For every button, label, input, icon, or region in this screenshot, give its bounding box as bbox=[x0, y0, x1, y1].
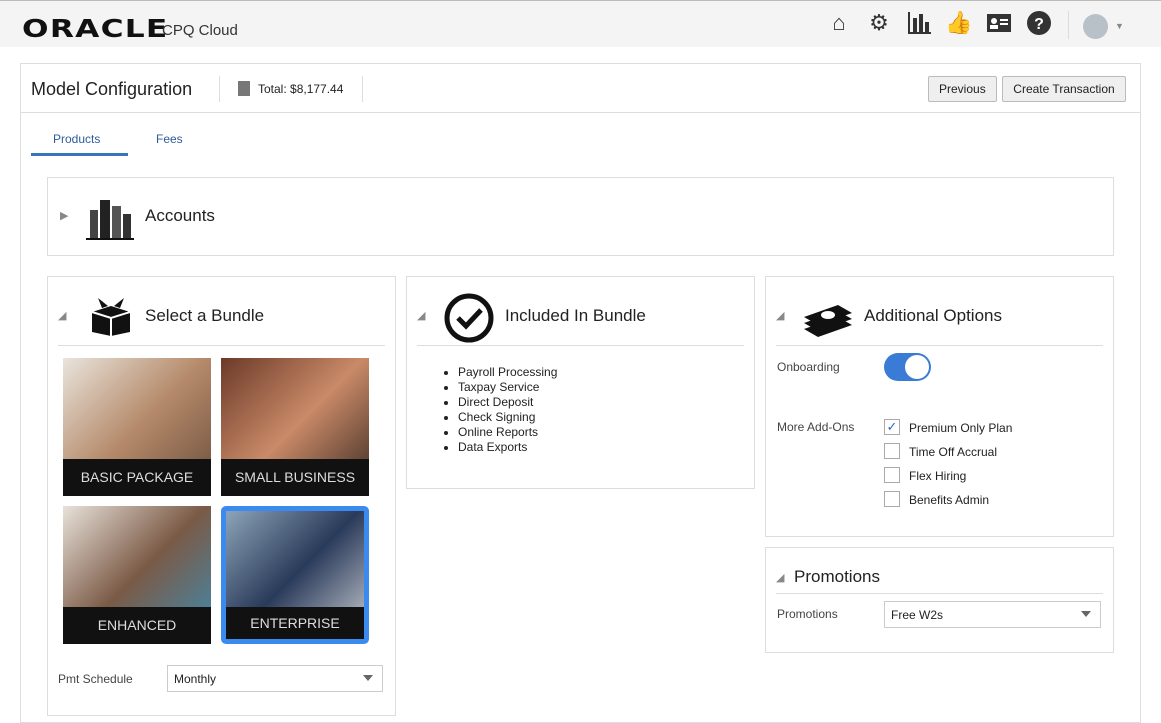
chevron-down-icon bbox=[363, 675, 373, 681]
svg-text:?: ? bbox=[1034, 16, 1044, 33]
addons-label: More Add-Ons bbox=[777, 420, 855, 434]
promotions-select[interactable]: Free W2s bbox=[884, 601, 1101, 628]
expand-icon[interactable]: ▶ bbox=[60, 209, 68, 222]
previous-button[interactable]: Previous bbox=[928, 76, 997, 102]
addon-label: Flex Hiring bbox=[909, 469, 967, 483]
included-list: Payroll Processing Taxpay Service Direct… bbox=[442, 365, 557, 455]
pmt-schedule-select[interactable]: Monthly bbox=[167, 665, 383, 692]
onboarding-toggle[interactable] bbox=[884, 353, 931, 381]
box-icon bbox=[88, 296, 134, 341]
checkbox-time-off-accrual[interactable] bbox=[884, 443, 900, 459]
user-avatar-icon[interactable] bbox=[1083, 14, 1108, 39]
top-bar: ORACLE CPQ Cloud ⌂ ⚙ 👍 ? ▼ bbox=[0, 0, 1161, 47]
list-item: Payroll Processing bbox=[458, 365, 557, 380]
page-title: Model Configuration bbox=[31, 79, 193, 99]
create-transaction-button[interactable]: Create Transaction bbox=[1002, 76, 1126, 102]
bundle-tile-enterprise[interactable]: ENTERPRISE bbox=[221, 506, 369, 644]
chevron-down-icon[interactable]: ▼ bbox=[1115, 21, 1124, 31]
accounts-title[interactable]: Accounts bbox=[145, 206, 215, 226]
promotions-section: ◢ Promotions bbox=[765, 547, 1114, 653]
oracle-logo: ORACLE bbox=[22, 14, 169, 43]
checkbox-benefits-admin[interactable] bbox=[884, 491, 900, 507]
total-amount: Total: $8,177.44 bbox=[238, 81, 343, 96]
chevron-down-icon bbox=[1081, 611, 1091, 617]
list-item: Check Signing bbox=[458, 410, 557, 425]
checkmark-circle-icon bbox=[443, 292, 495, 349]
money-stack-icon bbox=[802, 297, 854, 342]
pmt-schedule-label: Pmt Schedule bbox=[58, 672, 133, 686]
accounts-section: ▶ Accounts bbox=[47, 177, 1114, 256]
gear-icon[interactable]: ⚙ bbox=[866, 10, 892, 36]
help-icon[interactable]: ? bbox=[1026, 10, 1052, 36]
checkbox-flex-hiring[interactable] bbox=[884, 467, 900, 483]
addon-label: Premium Only Plan bbox=[909, 421, 1013, 435]
list-item: Taxpay Service bbox=[458, 380, 557, 395]
reports-icon[interactable] bbox=[906, 10, 932, 36]
list-item: Data Exports bbox=[458, 440, 557, 455]
collapse-icon[interactable]: ◢ bbox=[58, 309, 66, 322]
checkbox-premium-only-plan[interactable]: ✓ bbox=[884, 419, 900, 435]
bundle-tile-enhanced[interactable]: ENHANCED bbox=[63, 506, 211, 644]
included-title: Included In Bundle bbox=[505, 306, 646, 325]
collapse-icon[interactable]: ◢ bbox=[776, 571, 784, 584]
additional-options-title: Additional Options bbox=[864, 306, 1002, 325]
promotions-label: Promotions bbox=[777, 607, 838, 621]
bundle-tile-basic[interactable]: BASIC PACKAGE bbox=[63, 358, 211, 496]
list-item: Online Reports bbox=[458, 425, 557, 440]
buildings-icon bbox=[86, 196, 134, 245]
onboarding-label: Onboarding bbox=[777, 360, 840, 374]
addon-label: Benefits Admin bbox=[909, 493, 990, 507]
tab-fees[interactable]: Fees bbox=[156, 132, 183, 146]
divider bbox=[1068, 11, 1069, 39]
approvals-icon[interactable]: 👍 bbox=[945, 10, 972, 36]
list-item: Direct Deposit bbox=[458, 395, 557, 410]
home-icon[interactable]: ⌂ bbox=[826, 10, 852, 36]
promotions-title: Promotions bbox=[794, 567, 880, 586]
collapse-icon[interactable]: ◢ bbox=[776, 309, 784, 322]
active-tab-indicator bbox=[31, 153, 128, 156]
bundle-section: ◢ Select a Bundle bbox=[47, 276, 396, 716]
tab-products[interactable]: Products bbox=[53, 132, 100, 146]
product-name: CPQ Cloud bbox=[162, 22, 238, 39]
bundle-title: Select a Bundle bbox=[145, 306, 265, 325]
bundle-tile-small-business[interactable]: SMALL BUSINESS bbox=[221, 358, 369, 496]
page-header: Model Configuration Total: $8,177.44 Pre… bbox=[21, 64, 1140, 113]
collapse-icon[interactable]: ◢ bbox=[417, 309, 425, 322]
addon-label: Time Off Accrual bbox=[909, 445, 998, 459]
receipt-icon bbox=[238, 81, 250, 96]
included-section: ◢ Included In Bundle Payroll Processing … bbox=[406, 276, 755, 489]
contact-card-icon[interactable] bbox=[986, 10, 1012, 36]
